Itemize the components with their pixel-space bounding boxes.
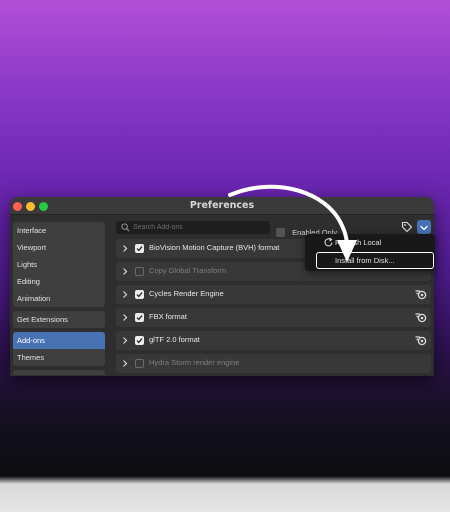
title-bar: Preferences [10,197,434,215]
search-input[interactable] [133,221,267,234]
sidebar-item-themes[interactable]: Themes [13,349,105,366]
add-on-checkbox[interactable] [135,359,144,368]
add-ons-menu-button[interactable] [417,220,431,234]
add-on-checkbox[interactable] [135,244,144,253]
sidebar-group-addons: Add-ons Themes [13,332,105,366]
install-from-disk-highlight [316,252,434,269]
sidebar-item-interface[interactable]: Interface [13,222,105,239]
tag-icon[interactable] [400,220,414,234]
add-on-name: Copy Global Transform [149,266,227,275]
chevron-right-icon[interactable] [121,336,129,345]
chevron-right-icon[interactable] [121,267,129,276]
sidebar-group-extensions: Get Extensions [13,311,105,328]
add-on-row[interactable]: Cycles Render Engine [116,285,431,304]
chevron-right-icon[interactable] [121,313,129,322]
enabled-only-checkbox[interactable] [276,228,285,237]
sidebar-group-partial [13,370,105,375]
sidebar-item-lights[interactable]: Lights [13,256,105,273]
add-on-row[interactable]: glTF 2.0 format [116,331,431,350]
add-on-name: Hydra Storm render engine [149,358,240,367]
search-icon [121,223,130,232]
enabled-only-toggle[interactable]: Enabled Only [276,222,337,237]
sidebar-group-general: Interface Viewport Lights Editing Animat… [13,222,105,307]
window-title: Preferences [189,200,255,211]
add-on-name: FBX format [149,312,187,321]
search-field[interactable] [116,221,270,234]
blender-logo-icon [415,313,427,323]
add-on-name: BioVision Motion Capture (BVH) format [149,243,280,252]
add-on-checkbox[interactable] [135,336,144,345]
chevron-right-icon[interactable] [121,290,129,299]
add-on-row[interactable]: Hydra Storm render engine [116,354,431,373]
chevron-right-icon[interactable] [121,244,129,253]
sidebar-item-editing[interactable]: Editing [13,273,105,290]
chevron-right-icon[interactable] [121,359,129,368]
sidebar-item-get-extensions[interactable]: Get Extensions [13,311,105,328]
sidebar-item-viewport[interactable]: Viewport [13,239,105,256]
blender-logo-icon [415,336,427,346]
chevron-down-icon [420,225,428,231]
sidebar-item-add-ons[interactable]: Add-ons [13,332,105,349]
sidebar: Interface Viewport Lights Editing Animat… [13,222,105,375]
menu-item-refresh-local[interactable]: Refresh Local [335,238,381,247]
blender-logo-icon [415,290,427,300]
add-on-checkbox[interactable] [135,313,144,322]
add-on-checkbox[interactable] [135,267,144,276]
sidebar-item-animation[interactable]: Animation [13,290,105,307]
preferences-window: Preferences Interface Viewport Lights Ed… [10,197,434,376]
refresh-icon [324,237,333,247]
add-on-checkbox[interactable] [135,290,144,299]
add-on-name: glTF 2.0 format [149,335,200,344]
add-on-name: Cycles Render Engine [149,289,224,298]
add-on-row[interactable]: FBX format [116,308,431,327]
